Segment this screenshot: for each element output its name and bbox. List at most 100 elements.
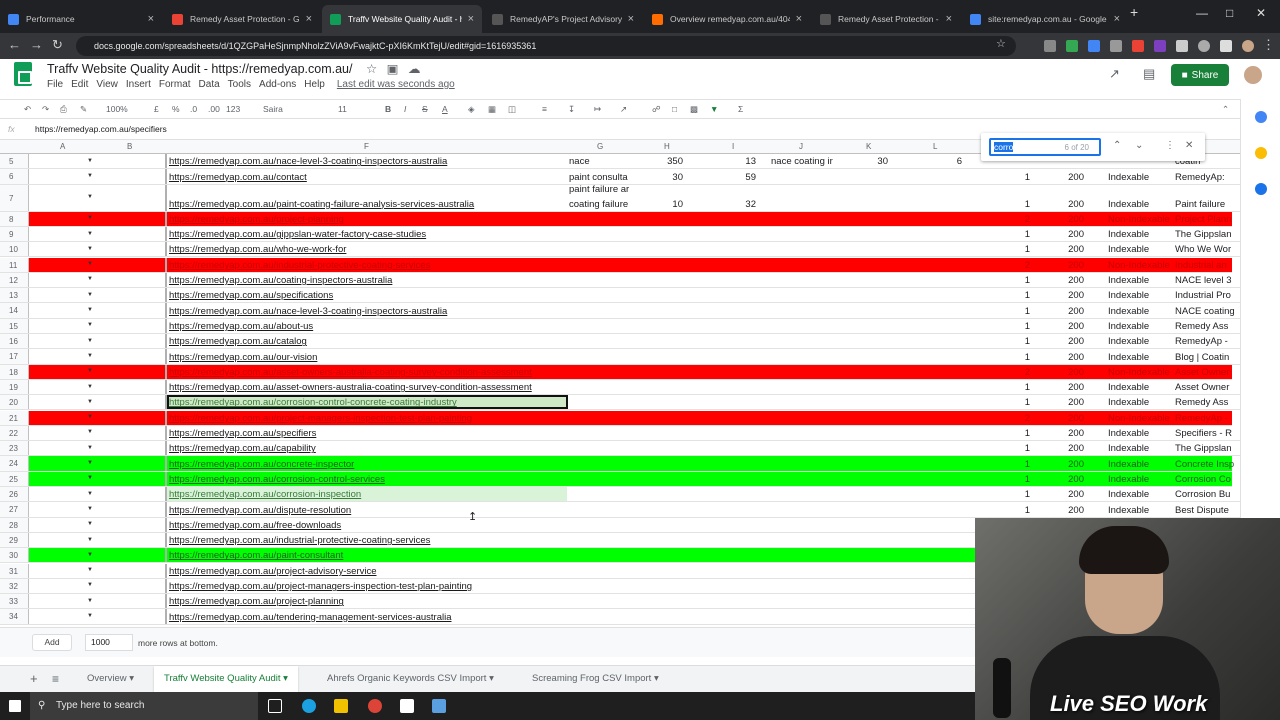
page-url-link[interactable]: https://remedyap.com.au/corrosion-contro… [169, 397, 457, 408]
cell-m[interactable]: 1 [990, 199, 1030, 210]
frozen-column-divider[interactable] [165, 609, 167, 624]
dropdown-arrow-icon[interactable]: ▼ [87, 231, 93, 237]
frozen-column-divider[interactable] [165, 441, 167, 456]
cell-status[interactable]: Indexable [1108, 336, 1149, 347]
row-number[interactable]: 26 [0, 487, 29, 502]
row-number[interactable]: 30 [0, 548, 29, 563]
row-number[interactable]: 5 [0, 154, 29, 169]
cell-code[interactable]: 200 [1044, 306, 1084, 317]
insert-link-icon[interactable]: ☍ [652, 104, 661, 115]
add-sheet-icon[interactable]: + [30, 666, 38, 692]
dropdown-arrow-icon[interactable]: ▼ [87, 322, 93, 328]
cell-i[interactable]: 59 [716, 172, 756, 183]
cell-code[interactable]: 200 [1044, 229, 1084, 240]
page-url-link[interactable]: https://remedyap.com.au/gippslan-water-f… [169, 229, 426, 240]
frozen-column-divider[interactable] [165, 456, 167, 471]
frozen-column-divider[interactable] [165, 517, 167, 532]
cell-m[interactable]: 1 [990, 275, 1030, 286]
column-header-f[interactable]: F [364, 142, 369, 151]
frozen-column-divider[interactable] [165, 349, 167, 364]
tab-close-icon[interactable]: × [306, 13, 312, 25]
cell-m[interactable]: 1 [990, 352, 1030, 363]
dropdown-arrow-icon[interactable]: ▼ [87, 261, 93, 267]
column-header-j[interactable]: J [799, 142, 803, 151]
extension-icon[interactable] [1176, 40, 1188, 52]
row-number[interactable]: 20 [0, 395, 29, 410]
dropdown-arrow-icon[interactable]: ▼ [87, 246, 93, 252]
chrome-menu-icon[interactable]: ⋮ [1262, 37, 1275, 53]
edge-icon[interactable] [302, 699, 316, 713]
column-header-a[interactable]: A [60, 142, 65, 151]
cell-title[interactable]: Blog | Coatin [1175, 352, 1235, 363]
undo-icon[interactable]: ↶ [24, 104, 31, 115]
dropdown-arrow-icon[interactable]: ▼ [87, 521, 93, 527]
table-row[interactable]: 9 ▼ https://remedyap.com.au/gippslan-water… [0, 226, 1240, 243]
cell-m[interactable]: 1 [990, 397, 1030, 408]
all-sheets-icon[interactable]: ≡ [52, 666, 59, 692]
frozen-column-divider[interactable] [165, 211, 167, 226]
page-url-link[interactable]: https://remedyap.com.au/project-planning [169, 596, 344, 607]
page-url-link[interactable]: https://remedyap.com.au/specifications [169, 290, 333, 301]
frozen-column-divider[interactable] [165, 532, 167, 548]
frozen-column-divider[interactable] [165, 257, 167, 272]
cell-status[interactable]: Non-Indexable [1108, 260, 1170, 271]
dropdown-arrow-icon[interactable]: ▼ [87, 215, 93, 221]
row-number[interactable]: 27 [0, 502, 29, 517]
cell-code[interactable]: 200 [1044, 413, 1084, 424]
cell-code[interactable]: 200 [1044, 260, 1084, 271]
row-number[interactable]: 12 [0, 272, 29, 288]
menu-item-data[interactable]: Data [199, 79, 220, 90]
tab-dropdown-icon[interactable]: ▾ [283, 673, 288, 684]
number-format-select[interactable]: 123 [226, 104, 240, 114]
frozen-column-divider[interactable] [165, 334, 167, 349]
table-row[interactable]: 6 ▼ https://remedyap.com.au/contact paint c… [0, 169, 1240, 185]
row-number[interactable]: 21 [0, 410, 29, 425]
sheet-tab-ahrefs[interactable]: Ahrefs Organic Keywords CSV Import ▾ [327, 666, 494, 692]
row-number[interactable]: 28 [0, 517, 29, 532]
cell-status[interactable]: Indexable [1108, 397, 1149, 408]
horizontal-align-icon[interactable]: ≡ [542, 104, 547, 114]
cell-g[interactable]: paint failure ar [569, 184, 633, 195]
page-url-link[interactable]: https://remedyap.com.au/paint-consultant [169, 550, 343, 561]
comments-icon[interactable]: ▤ [1143, 66, 1155, 82]
dropdown-arrow-icon[interactable]: ▼ [87, 368, 93, 374]
app-icon[interactable] [432, 699, 446, 713]
table-row[interactable]: 14 ▼ https://remedyap.com.au/nace-level-3-… [0, 303, 1240, 319]
cell-m[interactable]: 1 [990, 489, 1030, 500]
calendar-icon[interactable] [1255, 111, 1267, 123]
row-number[interactable]: 15 [0, 318, 29, 333]
taskbar-search-input[interactable]: ⚲ Type here to search [30, 692, 258, 720]
page-url-link[interactable]: https://remedyap.com.au/nace-level-3-coa… [169, 156, 447, 167]
dropdown-arrow-icon[interactable]: ▼ [87, 537, 93, 543]
puzzle-icon[interactable] [1220, 40, 1232, 52]
filter-icon[interactable]: ▼ [710, 104, 718, 114]
move-folder-icon[interactable]: ▣ [387, 62, 399, 76]
cell-status[interactable]: Non-Indexable [1108, 214, 1170, 225]
find-input[interactable]: corro 6 of 20 [989, 138, 1101, 156]
sheet-tab-audit[interactable]: Traffv Website Quality Audit ▾ [154, 666, 298, 692]
page-url-link[interactable]: https://remedyap.com.au/project-advisory… [169, 566, 377, 577]
cell-title[interactable]: RemedyAp - [1175, 336, 1235, 347]
cell-title[interactable]: Industrial an [1175, 260, 1235, 271]
menu-item-tools[interactable]: Tools [228, 79, 251, 90]
cell-status[interactable]: Indexable [1108, 290, 1149, 301]
column-header-k[interactable]: K [866, 142, 871, 151]
font-select[interactable]: Saira [263, 104, 283, 114]
cell-h[interactable]: 10 [643, 199, 683, 210]
cell-status[interactable]: Indexable [1108, 306, 1149, 317]
cell-title[interactable]: Corrosion Bu [1175, 489, 1235, 500]
percent-button[interactable]: % [172, 104, 180, 114]
page-url-link[interactable]: https://remedyap.com.au/project-managers… [169, 581, 472, 592]
row-number[interactable]: 17 [0, 349, 29, 364]
row-number[interactable]: 33 [0, 594, 29, 609]
cell-title[interactable]: Asset Owner [1175, 382, 1235, 393]
table-row[interactable]: 12 ▼ https://remedyap.com.au/coating-inspe… [0, 272, 1240, 289]
tab-close-icon[interactable]: × [796, 13, 802, 25]
frozen-column-divider[interactable] [165, 502, 167, 517]
text-rotate-icon[interactable]: ↗ [620, 104, 627, 115]
dropdown-arrow-icon[interactable]: ▼ [87, 460, 93, 466]
column-header-i[interactable]: I [732, 142, 734, 151]
find-close-icon[interactable]: ✕ [1185, 140, 1193, 151]
page-url-link[interactable]: https://remedyap.com.au/asset-owners-aus… [169, 367, 532, 378]
menu-item-help[interactable]: Help [304, 79, 325, 90]
